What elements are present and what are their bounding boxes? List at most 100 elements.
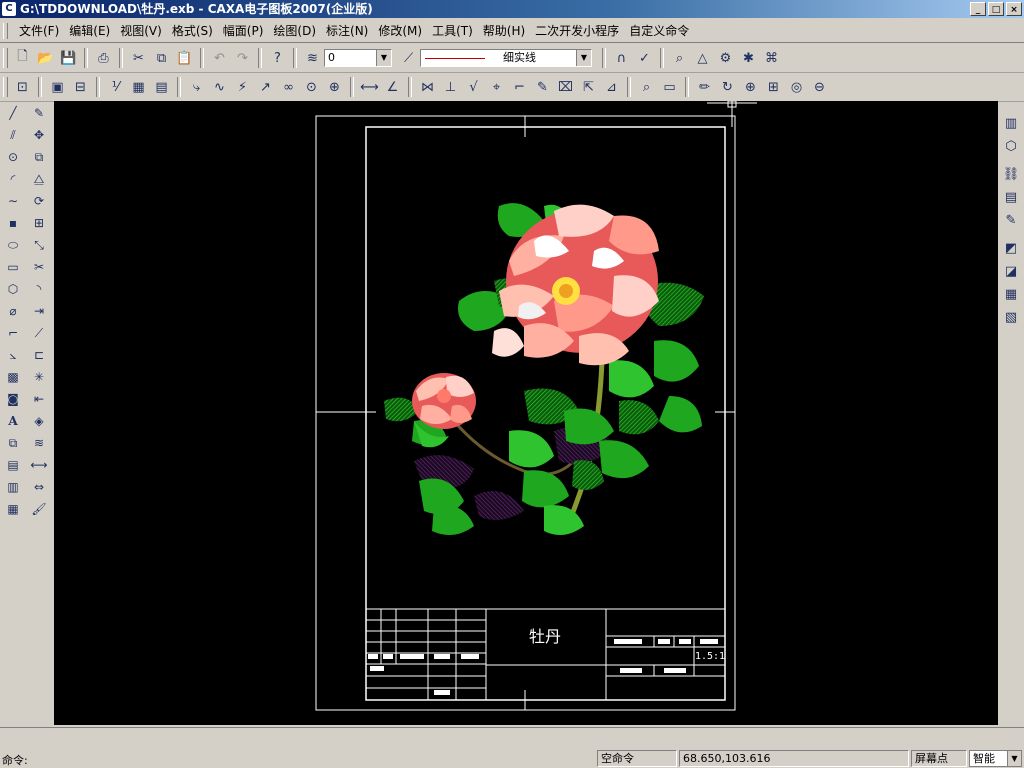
copy-selection-icon[interactable]: ⧉: [28, 147, 50, 168]
menu-sheet[interactable]: 幅面(P): [218, 21, 269, 41]
chevron-down-icon[interactable]: ▼: [576, 50, 591, 66]
angle-dimension-icon[interactable]: ∠: [382, 77, 403, 98]
menu-file[interactable]: 文件(F): [14, 21, 64, 41]
property-icon[interactable]: ◈: [28, 411, 50, 432]
menu-grip[interactable]: [3, 23, 8, 39]
point-icon[interactable]: ▪: [2, 213, 24, 234]
chevron-down-icon[interactable]: ▼: [376, 50, 391, 66]
new-file-icon[interactable]: 🗋: [12, 48, 33, 69]
fill-icon[interactable]: ◙: [2, 389, 24, 410]
polyline-icon[interactable]: ⤷: [186, 77, 207, 98]
align-icon[interactable]: ⇤: [28, 389, 50, 410]
cut-icon[interactable]: ✂: [128, 48, 149, 69]
bom-icon[interactable]: ▤: [151, 77, 172, 98]
sequence-number-icon[interactable]: ⅟: [105, 77, 126, 98]
stretch-icon[interactable]: ⊏: [28, 345, 50, 366]
linetype-icon[interactable]: ⟋: [398, 48, 419, 69]
zoom-all-icon[interactable]: ◎: [786, 77, 807, 98]
frame-icon[interactable]: ▣: [47, 77, 68, 98]
hole-icon[interactable]: ⊙: [301, 77, 322, 98]
pencil-icon[interactable]: ✏: [694, 77, 715, 98]
taper-icon[interactable]: ⊿: [601, 77, 622, 98]
array-icon[interactable]: ⊞: [28, 213, 50, 234]
maximize-button[interactable]: □: [988, 2, 1004, 16]
stretch-dimension-icon[interactable]: ⇔: [28, 477, 50, 498]
search-image-icon[interactable]: ⌘: [761, 48, 782, 69]
view-manage-icon[interactable]: ▧: [1001, 307, 1022, 328]
break-line-icon[interactable]: ⚡: [232, 77, 253, 98]
angle-line-icon[interactable]: ⦣: [2, 345, 24, 366]
view-arrow-icon[interactable]: ⇱: [578, 77, 599, 98]
layer-select[interactable]: 0 ▼: [324, 49, 392, 67]
gear-icon[interactable]: ⚙: [715, 48, 736, 69]
triangle-icon[interactable]: △: [692, 48, 713, 69]
command-line[interactable]: [0, 727, 1024, 748]
move-icon[interactable]: ✥: [28, 125, 50, 146]
arc-icon[interactable]: ◜: [2, 169, 24, 190]
3d-view-icon[interactable]: ⬡: [1001, 136, 1022, 157]
equidistant-line-icon[interactable]: ⌐: [2, 323, 24, 344]
redraw-icon[interactable]: ↻: [717, 77, 738, 98]
measure-icon[interactable]: ▭: [659, 77, 680, 98]
datum-icon[interactable]: ⊥: [440, 77, 461, 98]
menu-tools[interactable]: 工具(T): [427, 21, 478, 41]
library-icon[interactable]: ▤: [2, 455, 24, 476]
polygon-icon[interactable]: ⬡: [2, 279, 24, 300]
wave-line-icon[interactable]: ∿: [209, 77, 230, 98]
redo-icon[interactable]: ↷: [232, 48, 253, 69]
edit-block-icon[interactable]: ✎: [1001, 210, 1022, 231]
snap-icon[interactable]: ∩: [611, 48, 632, 69]
explode-icon[interactable]: ✳: [28, 367, 50, 388]
fillet-icon[interactable]: ◝: [28, 279, 50, 300]
snap-mode-select[interactable]: 智能 ▼: [969, 750, 1022, 767]
save-icon[interactable]: 💾: [58, 48, 79, 69]
minimize-button[interactable]: _: [970, 2, 986, 16]
format-brush-icon[interactable]: 🖌: [28, 499, 50, 520]
linear-dimension-icon[interactable]: ⟷: [359, 77, 380, 98]
menu-view[interactable]: 视图(V): [115, 21, 167, 41]
mirror-icon[interactable]: ⧋: [28, 169, 50, 190]
roughness-icon[interactable]: √: [463, 77, 484, 98]
menu-modify[interactable]: 修改(M): [373, 21, 427, 41]
tolerance-icon[interactable]: ⌖: [486, 77, 507, 98]
block-insert-icon[interactable]: ⧉: [2, 433, 24, 454]
close-button[interactable]: ×: [1006, 2, 1022, 16]
dimension-edit-icon[interactable]: ⟷: [28, 455, 50, 476]
part-library-icon[interactable]: ▥: [1001, 113, 1022, 134]
undo-icon[interactable]: ↶: [209, 48, 230, 69]
table-icon[interactable]: ▦: [128, 77, 149, 98]
break-icon[interactable]: ⟋: [28, 323, 50, 344]
arrow-line-icon[interactable]: ↗: [255, 77, 276, 98]
text-note-icon[interactable]: ✎: [532, 77, 553, 98]
eraser-icon[interactable]: ✎: [28, 103, 50, 124]
drawing-canvas[interactable]: 牡丹 1.5:1: [54, 101, 998, 725]
menu-help[interactable]: 帮助(H): [478, 21, 530, 41]
trim-icon[interactable]: ✂: [28, 257, 50, 278]
section-view-icon[interactable]: ◩: [1001, 238, 1022, 259]
projection-icon[interactable]: ▦: [1001, 284, 1022, 305]
line-icon[interactable]: ╱: [2, 103, 24, 124]
parallel-line-icon[interactable]: ⫽: [2, 125, 24, 146]
center-mark-icon[interactable]: ⊕: [324, 77, 345, 98]
copy-icon[interactable]: ⧉: [151, 48, 172, 69]
ellipse-icon[interactable]: ⬭: [2, 235, 24, 256]
image-insert-icon[interactable]: ▦: [2, 499, 24, 520]
leader-icon[interactable]: ⌐: [509, 77, 530, 98]
zoom-window-icon[interactable]: ⊞: [763, 77, 784, 98]
circle-icon[interactable]: ⊙: [2, 147, 24, 168]
menu-dimension[interactable]: 标注(N): [321, 21, 373, 41]
title-block-icon[interactable]: ⊟: [70, 77, 91, 98]
rectangle-icon[interactable]: ▭: [2, 257, 24, 278]
query-icon[interactable]: ⌕: [636, 77, 657, 98]
spline-icon[interactable]: ∼: [2, 191, 24, 212]
pattern-icon[interactable]: ✱: [738, 48, 759, 69]
text-icon[interactable]: A: [2, 411, 24, 432]
cut-plane-icon[interactable]: ⌧: [555, 77, 576, 98]
snap-filter-icon[interactable]: ✓: [634, 48, 655, 69]
toolbar-grip[interactable]: [3, 77, 8, 97]
paste-icon[interactable]: 📋: [174, 48, 195, 69]
scale-icon[interactable]: ⤡: [28, 235, 50, 256]
zoom-in-icon[interactable]: ⊕: [740, 77, 761, 98]
spline-icon[interactable]: ∞: [278, 77, 299, 98]
link-icon[interactable]: ⛓: [1001, 164, 1022, 185]
